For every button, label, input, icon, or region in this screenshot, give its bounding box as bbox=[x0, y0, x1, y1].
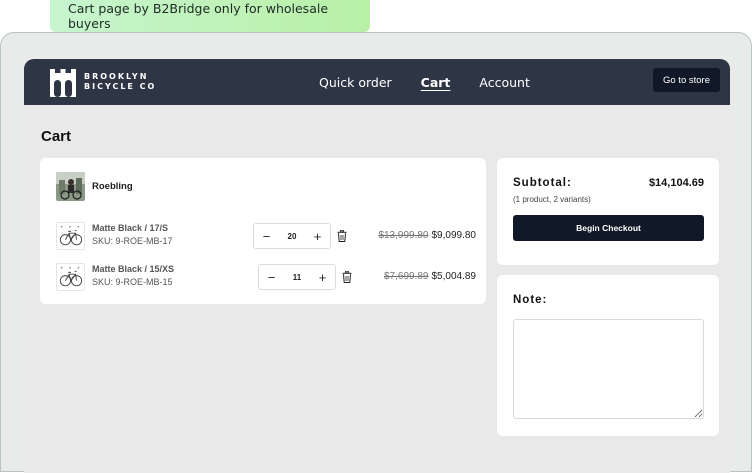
store-logo[interactable]: BROOKLYN BICYCLE CO bbox=[48, 65, 156, 99]
cart-line-item: Matte Black / 17/S SKU: 9-ROE-MB-17 − + bbox=[56, 221, 476, 251]
note-card: Note: bbox=[497, 275, 719, 436]
cart-items-card: Roebling Matte Black / 17/S SKU: 9-ROE-M… bbox=[40, 158, 486, 304]
cart-page: Cart Roebling Matte Black / 17/S SKU: 9-… bbox=[24, 105, 730, 473]
minus-icon[interactable]: − bbox=[259, 265, 284, 289]
product-header: Roebling bbox=[56, 172, 133, 201]
quantity-input[interactable] bbox=[279, 231, 305, 241]
product-thumbnail bbox=[56, 172, 85, 201]
nav-quick-order[interactable]: Quick order bbox=[319, 75, 392, 90]
logo-bridge-icon bbox=[50, 69, 76, 97]
order-summary-card: Subtotal: $14,104.69 (1 product, 2 varia… bbox=[497, 158, 719, 265]
trash-icon[interactable] bbox=[342, 271, 352, 283]
variant-sku: SKU: 9-ROE-MB-17 bbox=[92, 236, 173, 246]
note-textarea[interactable] bbox=[513, 319, 704, 419]
discounted-price: $9,099.80 bbox=[431, 230, 477, 241]
begin-checkout-button[interactable]: Begin Checkout bbox=[513, 215, 704, 241]
original-price: $13,999.80 bbox=[378, 230, 429, 241]
subtotal-meta: (1 product, 2 variants) bbox=[513, 195, 591, 204]
trash-icon[interactable] bbox=[337, 230, 347, 242]
nav-account[interactable]: Account bbox=[479, 75, 529, 90]
logo-line-2: BICYCLE CO bbox=[84, 82, 157, 91]
variant-info: Matte Black / 15/XS SKU: 9-ROE-MB-15 bbox=[92, 264, 174, 287]
minus-icon[interactable]: − bbox=[254, 224, 279, 248]
line-price: $7,699.89 $5,004.89 bbox=[384, 271, 476, 282]
browser-frame: BROOKLYN BICYCLE CO Quick order Cart Acc… bbox=[0, 32, 752, 473]
go-to-store-button[interactable]: Go to store bbox=[653, 68, 720, 92]
variant-title: Matte Black / 17/S bbox=[92, 223, 169, 233]
subtotal-value: $14,104.69 bbox=[648, 177, 704, 189]
original-price: $7,699.89 bbox=[384, 271, 429, 282]
store-header: BROOKLYN BICYCLE CO Quick order Cart Acc… bbox=[24, 59, 730, 105]
logo-wordmark: BROOKLYN BICYCLE CO bbox=[84, 72, 156, 92]
plus-icon[interactable]: + bbox=[310, 265, 335, 289]
variant-title: Matte Black / 15/XS bbox=[92, 264, 175, 274]
quantity-stepper: − + bbox=[253, 223, 331, 249]
bicycle-icon bbox=[56, 222, 85, 250]
quantity-input[interactable] bbox=[284, 272, 310, 282]
note-label: Note: bbox=[513, 294, 548, 306]
page-title: Cart bbox=[41, 128, 72, 145]
promo-banner: Cart page by B2Bridge only for wholesale… bbox=[50, 0, 370, 32]
plus-icon[interactable]: + bbox=[305, 224, 330, 248]
quantity-stepper: − + bbox=[258, 264, 336, 290]
variant-info: Matte Black / 17/S SKU: 9-ROE-MB-17 bbox=[92, 223, 173, 246]
discounted-price: $5,004.89 bbox=[431, 271, 477, 282]
main-nav: Quick order Cart Account bbox=[319, 59, 559, 105]
subtotal-label: Subtotal: bbox=[513, 177, 572, 189]
line-price: $13,999.80 $9,099.80 bbox=[378, 230, 476, 241]
nav-cart[interactable]: Cart bbox=[421, 75, 451, 90]
product-name[interactable]: Roebling bbox=[92, 181, 133, 192]
banner-text: Cart page by B2Bridge only for wholesale… bbox=[68, 1, 329, 31]
cart-line-item: Matte Black / 15/XS SKU: 9-ROE-MB-15 − + bbox=[56, 262, 476, 292]
variant-sku: SKU: 9-ROE-MB-15 bbox=[92, 277, 173, 287]
logo-line-1: BROOKLYN bbox=[84, 72, 149, 81]
bicycle-icon bbox=[56, 263, 85, 291]
